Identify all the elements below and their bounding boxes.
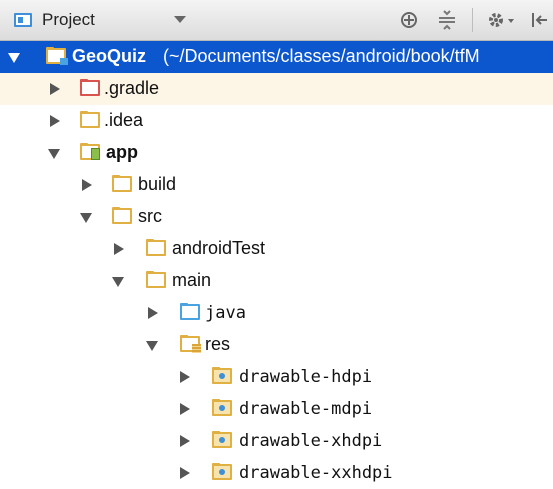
- tree-node-build[interactable]: build: [0, 169, 553, 201]
- tree-node-label: androidTest: [172, 238, 266, 258]
- drawable-folder-icon: [212, 431, 232, 448]
- tree-node-label: GeoQuiz: [72, 46, 147, 66]
- folder-icon: [112, 175, 132, 192]
- tree-node-drawable-mdpi[interactable]: drawable-mdpi: [0, 393, 553, 425]
- project-view-label: Project: [42, 10, 95, 29]
- project-view-icon: [14, 13, 32, 27]
- drawable-folder-icon: [212, 399, 232, 416]
- collapsed-arrow-icon[interactable]: [148, 307, 158, 319]
- resources-folder-icon: [180, 335, 201, 353]
- tree-node-label: drawable-mdpi: [239, 399, 373, 419]
- tree-node-java[interactable]: java: [0, 297, 553, 329]
- collapsed-arrow-icon[interactable]: [180, 403, 190, 415]
- project-toolbar: Project: [0, 0, 553, 41]
- tree-node-label: main: [172, 270, 212, 290]
- folder-icon: [146, 239, 166, 256]
- chevron-down-icon: [174, 16, 186, 23]
- expanded-arrow-icon[interactable]: [48, 149, 60, 159]
- excluded-folder-icon: [80, 79, 100, 96]
- folder-icon: [80, 111, 100, 128]
- tree-node-label: res: [205, 334, 231, 354]
- tree-node-label: .idea: [104, 110, 144, 130]
- collapsed-arrow-icon[interactable]: [82, 179, 92, 191]
- project-view-dropdown[interactable]: Project: [14, 6, 192, 34]
- tree-node-res[interactable]: res: [0, 329, 553, 361]
- collapsed-arrow-icon[interactable]: [180, 467, 190, 479]
- tree-node-idea[interactable]: .idea: [0, 105, 553, 137]
- tree-node-label: drawable-xhdpi: [239, 431, 383, 451]
- tree-node-src[interactable]: src: [0, 201, 553, 233]
- expanded-arrow-icon[interactable]: [112, 277, 124, 287]
- collapsed-arrow-icon[interactable]: [50, 83, 60, 95]
- expanded-arrow-icon[interactable]: [8, 53, 20, 63]
- tree-node-geoquiz[interactable]: GeoQuiz (~/Documents/classes/android/boo…: [0, 41, 553, 73]
- tree-node-drawable-xxhdpi[interactable]: drawable-xxhdpi: [0, 457, 553, 489]
- drawable-folder-icon: [212, 463, 232, 480]
- tree-node-app[interactable]: app: [0, 137, 553, 169]
- locate-icon[interactable]: [395, 0, 423, 40]
- tree-node-gradle[interactable]: .gradle: [0, 73, 553, 105]
- tree-node-label: drawable-hdpi: [239, 367, 373, 387]
- drawable-folder-icon: [212, 367, 232, 384]
- expanded-arrow-icon[interactable]: [80, 213, 92, 223]
- expanded-arrow-icon[interactable]: [146, 341, 158, 351]
- tree-node-main[interactable]: main: [0, 265, 553, 297]
- toolbar-divider: [472, 8, 473, 32]
- tree-node-label: src: [138, 206, 162, 226]
- tree-node-label: build: [138, 174, 177, 194]
- collapsed-arrow-icon[interactable]: [180, 435, 190, 447]
- collapse-all-icon[interactable]: [433, 0, 461, 40]
- tree-node-drawable-hdpi[interactable]: drawable-hdpi: [0, 361, 553, 393]
- tree-node-drawable-xhdpi[interactable]: drawable-xhdpi: [0, 425, 553, 457]
- collapsed-arrow-icon[interactable]: [114, 243, 124, 255]
- source-folder-icon: [180, 303, 200, 320]
- project-path-label: (~/Documents/classes/android/book/tfM: [163, 46, 480, 66]
- module-folder-icon: [80, 143, 100, 160]
- tree-node-label: drawable-xxhdpi: [239, 463, 393, 483]
- tree-node-label: java: [205, 303, 246, 323]
- project-root-folder-icon: [46, 47, 68, 65]
- tree-node-label: app: [106, 142, 139, 162]
- tree-node-androidtest[interactable]: androidTest: [0, 233, 553, 265]
- tree-node-label: .gradle: [104, 78, 160, 98]
- gear-icon[interactable]: [481, 0, 521, 40]
- collapsed-arrow-icon[interactable]: [50, 115, 60, 127]
- collapsed-arrow-icon[interactable]: [180, 371, 190, 383]
- folder-icon: [112, 207, 132, 224]
- hide-panel-icon[interactable]: [527, 0, 551, 40]
- folder-icon: [146, 271, 166, 288]
